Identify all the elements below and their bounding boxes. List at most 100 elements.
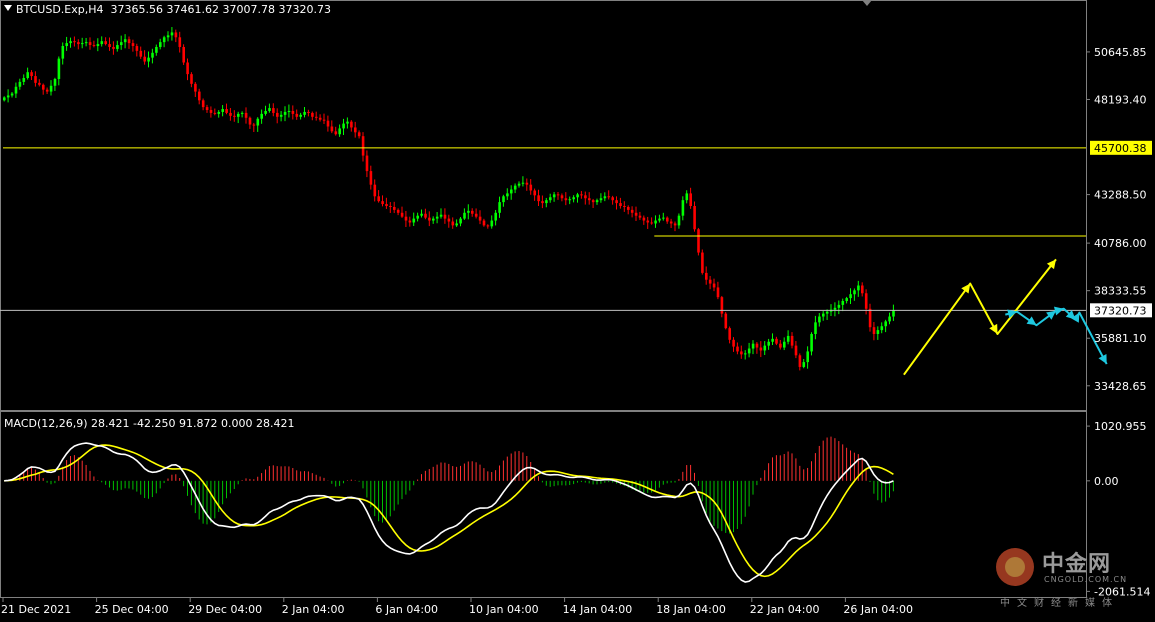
- forecast-cyan-arrowhead-icon: [1026, 316, 1037, 326]
- candle-body: [716, 287, 720, 298]
- candle-body: [18, 81, 22, 87]
- candle-body: [432, 218, 435, 221]
- candle-body: [53, 78, 57, 86]
- candle-body: [240, 112, 244, 114]
- candle-body: [751, 343, 755, 349]
- candle-body: [170, 32, 174, 36]
- price-tick-label: 35881.10: [1094, 332, 1147, 345]
- price-tick-label: 43288.50: [1094, 189, 1147, 202]
- candle-body: [229, 112, 232, 116]
- candle-body: [151, 52, 154, 58]
- candle-body: [627, 206, 630, 210]
- watermark-tagline: 中文财经新媒体: [1000, 598, 1119, 609]
- candle-body: [740, 351, 743, 355]
- candle-body: [872, 327, 876, 334]
- candle-body: [143, 56, 146, 62]
- current-price-label: 37320.73: [1094, 304, 1147, 317]
- candle-body: [104, 41, 107, 45]
- candle-body: [162, 37, 166, 43]
- time-tick-label: 18 Jan 04:00: [656, 603, 726, 616]
- candle-body: [529, 184, 533, 191]
- candle-body: [650, 222, 653, 224]
- time-tick-label: 2 Jan 04:00: [282, 603, 345, 616]
- candle-body: [61, 46, 65, 59]
- candle-body: [201, 100, 205, 108]
- candle-body: [790, 335, 794, 346]
- candle-body: [642, 217, 646, 221]
- candle-body: [705, 272, 708, 280]
- candle-body: [814, 322, 817, 334]
- candle-body: [669, 221, 673, 224]
- candle-body: [747, 348, 751, 354]
- candle-body: [400, 212, 404, 217]
- candle-body: [623, 206, 626, 207]
- candle-body: [3, 97, 6, 101]
- price-tick-label: 48193.40: [1094, 93, 1147, 106]
- candle-body: [299, 114, 302, 117]
- hline-price-label: 45700.38: [1094, 142, 1147, 155]
- candle-body: [237, 113, 240, 117]
- candle-body: [463, 212, 466, 219]
- candle-body: [857, 285, 860, 291]
- candle-body: [252, 124, 256, 126]
- candle-body: [736, 346, 739, 352]
- candle-body: [615, 200, 618, 204]
- candle-body: [474, 213, 478, 217]
- trading-chart[interactable]: 45700.38 37320.73 50645.85 48193.40 43288.50…: [0, 0, 1155, 618]
- time-tick-label: 22 Jan 04:00: [750, 603, 820, 616]
- candle-body: [486, 225, 490, 227]
- candle-body: [194, 83, 197, 92]
- candle-body: [361, 136, 365, 156]
- candle-body: [435, 216, 439, 219]
- candle-body: [478, 216, 482, 221]
- candle-body: [357, 132, 361, 137]
- candle-body: [330, 126, 334, 132]
- candle-body: [365, 155, 369, 172]
- candle-body: [338, 128, 341, 135]
- candle-body: [318, 117, 322, 120]
- candle-body: [599, 198, 603, 201]
- candle-body: [545, 200, 548, 204]
- candle-body: [268, 108, 271, 111]
- time-tick-label: 10 Jan 04:00: [469, 603, 539, 616]
- candle-body: [759, 347, 763, 351]
- candle-body: [42, 84, 45, 90]
- candle-body: [763, 345, 767, 351]
- candle-body: [825, 311, 829, 314]
- candle-body: [221, 109, 224, 112]
- candle-body: [490, 220, 494, 227]
- candle-body: [771, 338, 774, 342]
- chart-menu-arrow-icon[interactable]: [4, 5, 12, 11]
- candle-body: [443, 214, 447, 219]
- candle-body: [420, 213, 423, 216]
- chart-canvas[interactable]: 45700.38 37320.73 50645.85 48193.40 43288.50…: [0, 0, 1155, 618]
- candle-body: [166, 35, 170, 38]
- candle-body: [116, 45, 119, 49]
- candle-body: [178, 37, 182, 47]
- candle-body: [233, 115, 236, 117]
- candle-body: [385, 204, 388, 206]
- candle-body: [638, 215, 642, 218]
- candle-body: [564, 198, 568, 201]
- candle-body: [57, 58, 61, 79]
- time-tick-label: 26 Jan 04:00: [843, 603, 913, 616]
- candle-body: [248, 117, 252, 125]
- candle-body: [654, 220, 657, 224]
- candle-body: [96, 44, 100, 47]
- candle-body: [131, 43, 135, 47]
- candle-body: [837, 304, 841, 308]
- candle-body: [451, 221, 455, 226]
- candle-body: [556, 194, 560, 196]
- candle-body: [88, 42, 92, 46]
- candle-body: [459, 218, 462, 224]
- candle-body: [502, 196, 505, 203]
- candle-body: [510, 189, 513, 194]
- price-tick-label: 50645.85: [1094, 46, 1147, 59]
- candle-body: [701, 252, 704, 273]
- candle-body: [482, 220, 486, 226]
- candle-body: [120, 42, 123, 46]
- candle-body: [205, 107, 209, 111]
- candle-body: [447, 218, 451, 222]
- candle-body: [147, 57, 150, 62]
- candle-body: [396, 209, 400, 213]
